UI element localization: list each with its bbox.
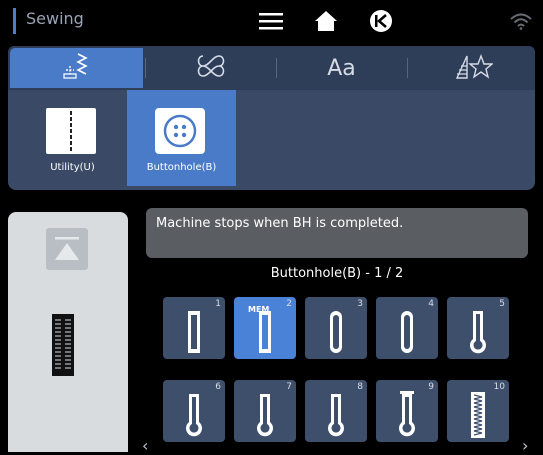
back-circle-icon[interactable] [364,5,398,37]
app-title: Sewing [26,9,84,28]
my-design-star-icon [453,52,494,84]
memory-badge: MEM [248,305,270,314]
message-text: Machine stops when BH is completed. [156,216,404,231]
tab-decorative[interactable] [145,48,276,88]
tab-character[interactable]: Aa [276,48,407,88]
prev-page-button[interactable]: ‹ [142,436,148,455]
page-indicator: Buttonhole(B) - 1 / 2 [270,266,404,281]
tab-my-design[interactable] [407,48,538,88]
stitch-number: 10 [493,382,505,392]
title-accent [13,8,16,34]
stitch-button-8[interactable]: 8 [305,380,367,442]
message-box: Machine stops when BH is completed. [146,208,528,258]
buttonhole-preview-icon [50,312,76,382]
stitch-button-2[interactable]: 2 MEM [234,297,296,359]
stitch-button-6[interactable]: 6 [163,380,225,442]
stitch-number: 4 [428,299,434,309]
stitch-number: 9 [428,382,434,392]
button-icon [155,108,205,154]
stitch-preview-panel [8,212,128,452]
next-page-button[interactable]: › [522,436,528,455]
stitch-number: 8 [357,382,363,392]
stitch-button-9[interactable]: 9 [376,380,438,442]
stitch-button-4[interactable]: 4 [376,297,438,359]
category-label: Utility(U) [50,162,95,173]
category-panel: Utility(U) Buttonhole(B) [8,90,535,190]
category-buttonhole[interactable]: Buttonhole(B) [127,90,236,186]
utility-stitch-icon [58,52,94,84]
tab-utility-stitch[interactable] [10,48,141,88]
category-tab-bar: Aa [8,46,535,90]
home-icon[interactable] [309,5,343,37]
stitch-button-7[interactable]: 7 [234,380,296,442]
stitch-number: 7 [286,382,292,392]
decorative-stitch-icon [195,52,227,84]
category-label: Buttonhole(B) [146,162,217,173]
stitch-number: 6 [215,382,221,392]
stitch-number: 5 [499,299,505,309]
menu-icon[interactable] [254,5,288,37]
straight-stitch-icon [46,108,96,154]
category-utility[interactable]: Utility(U) [18,90,127,186]
needle-position-button[interactable] [46,228,88,270]
stitch-button-5[interactable]: 5 [447,297,509,359]
top-bar: Sewing [0,0,543,42]
stitch-number: 1 [215,299,221,309]
stitch-button-1[interactable]: 1 [163,297,225,359]
wifi-icon [504,5,538,37]
stitch-button-10[interactable]: 10 [447,380,509,442]
stitch-number: 2 [286,299,292,309]
stitch-number: 3 [357,299,363,309]
stitch-button-3[interactable]: 3 [305,297,367,359]
